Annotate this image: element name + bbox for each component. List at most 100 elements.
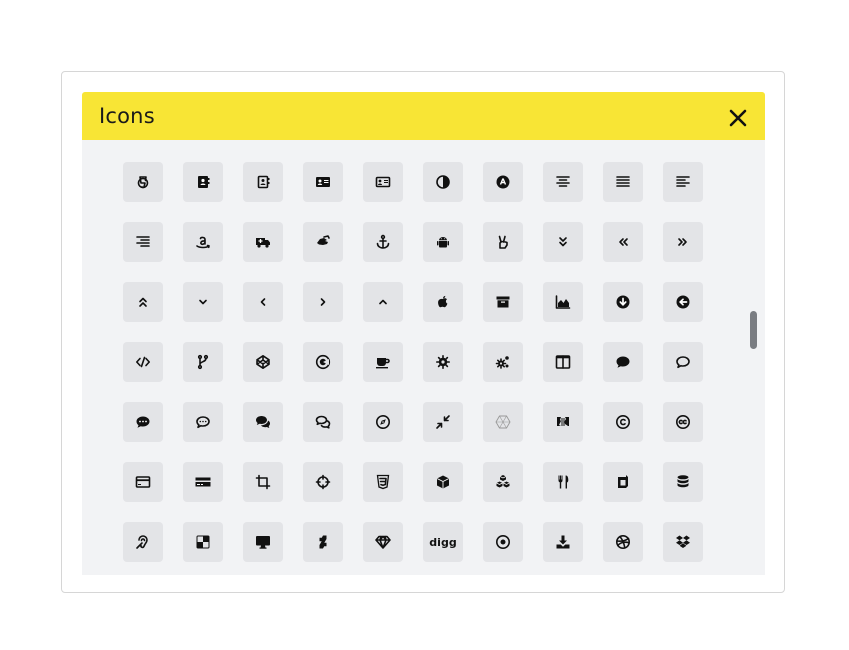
icon-tile[interactable] [423, 222, 463, 262]
icon-tile[interactable] [663, 522, 703, 562]
icon-tile[interactable] [663, 342, 703, 382]
icon-tile[interactable] [123, 342, 163, 382]
icon-tile[interactable] [483, 462, 523, 502]
icon-tile[interactable] [663, 402, 703, 442]
icon-tile[interactable] [603, 522, 643, 562]
archive-icon [495, 294, 511, 310]
icon-tile[interactable] [183, 222, 223, 262]
icon-tile[interactable] [363, 522, 403, 562]
icon-tile[interactable] [663, 282, 703, 322]
icon-tile[interactable] [663, 162, 703, 202]
icon-tile[interactable] [183, 462, 223, 502]
cogs-icon [495, 354, 511, 370]
icon-tile[interactable] [423, 342, 463, 382]
angle-double-left-icon [615, 234, 631, 250]
icon-tile[interactable] [303, 342, 343, 382]
close-icon[interactable] [729, 109, 747, 127]
compass-icon [375, 414, 391, 430]
arrow-circle-left-icon [675, 294, 691, 310]
icon-tile[interactable] [243, 462, 283, 502]
address-card-outline-icon [375, 174, 391, 190]
icon-tile[interactable] [303, 462, 343, 502]
icon-tile[interactable] [603, 402, 643, 442]
icon-tile[interactable] [303, 402, 343, 442]
anchor-icon [375, 234, 391, 250]
angle-up-icon [375, 294, 391, 310]
icon-tile[interactable] [363, 222, 403, 262]
icon-grid-container: digg [82, 140, 765, 575]
contao-icon [555, 414, 571, 430]
icon-tile[interactable] [483, 342, 523, 382]
icon-tile[interactable] [543, 282, 583, 322]
cube-icon [435, 474, 451, 490]
dialog-header: Icons [82, 92, 765, 140]
ambulance-icon [255, 234, 271, 250]
icon-tile[interactable] [543, 522, 583, 562]
icon-tile[interactable] [243, 282, 283, 322]
icon-tile[interactable] [603, 162, 643, 202]
icon-tile[interactable] [603, 222, 643, 262]
icon-tile[interactable] [303, 222, 343, 262]
icon-tile[interactable] [123, 162, 163, 202]
icon-tile[interactable] [603, 342, 643, 382]
compress-icon [435, 414, 451, 430]
desktop-icon [255, 534, 271, 550]
icon-tile[interactable] [123, 402, 163, 442]
android-icon [435, 234, 451, 250]
icon-tile[interactable] [543, 462, 583, 502]
icon-tile[interactable] [123, 222, 163, 262]
scrollbar-thumb[interactable] [750, 311, 757, 349]
align-right-icon [135, 234, 151, 250]
icon-tile[interactable] [123, 462, 163, 502]
icon-tile[interactable] [543, 402, 583, 442]
icon-tile[interactable] [483, 522, 523, 562]
icon-tile[interactable] [483, 282, 523, 322]
icon-tile[interactable] [243, 522, 283, 562]
icon-tile[interactable] [603, 282, 643, 322]
copyright-icon [615, 414, 631, 430]
icon-tile[interactable] [603, 462, 643, 502]
icon-tile[interactable] [303, 162, 343, 202]
icon-tile[interactable] [363, 462, 403, 502]
icon-tile[interactable] [483, 162, 523, 202]
icon-tile[interactable] [183, 522, 223, 562]
icon-tile[interactable] [363, 162, 403, 202]
icon-tile[interactable] [483, 402, 523, 442]
align-center-icon [555, 174, 571, 190]
icon-tile[interactable] [183, 282, 223, 322]
icon-tile[interactable] [423, 282, 463, 322]
icon-tile[interactable] [243, 162, 283, 202]
icon-tile[interactable] [483, 222, 523, 262]
icon-tile[interactable] [423, 402, 463, 442]
address-card-icon [315, 174, 331, 190]
icon-tile[interactable] [363, 402, 403, 442]
icon-tile[interactable] [303, 522, 343, 562]
icon-tile[interactable] [363, 342, 403, 382]
icon-tile[interactable] [123, 282, 163, 322]
angle-down-icon [195, 294, 211, 310]
cutlery-icon [555, 474, 571, 490]
icon-tile[interactable] [243, 342, 283, 382]
icon-tile[interactable] [663, 222, 703, 262]
icon-tile[interactable] [243, 222, 283, 262]
icon-tile[interactable] [123, 522, 163, 562]
diamond-icon [375, 534, 391, 550]
icon-tile[interactable] [543, 162, 583, 202]
icon-tile[interactable] [543, 342, 583, 382]
connectdevelop-icon [495, 414, 511, 430]
icon-tile[interactable] [543, 222, 583, 262]
icon-tile[interactable] [423, 162, 463, 202]
icon-tile[interactable] [663, 462, 703, 502]
dot-circle-icon [495, 534, 511, 550]
icon-tile[interactable] [303, 282, 343, 322]
icon-tile[interactable]: digg [423, 522, 463, 562]
icon-tile[interactable] [363, 282, 403, 322]
icon-tile[interactable] [423, 462, 463, 502]
hand-peace-icon [495, 234, 511, 250]
icon-tile[interactable] [183, 402, 223, 442]
icon-tile[interactable] [183, 342, 223, 382]
icon-tile[interactable] [243, 402, 283, 442]
digg-icon: digg [429, 535, 457, 549]
icon-tile[interactable] [183, 162, 223, 202]
address-book-outline-icon [255, 174, 271, 190]
